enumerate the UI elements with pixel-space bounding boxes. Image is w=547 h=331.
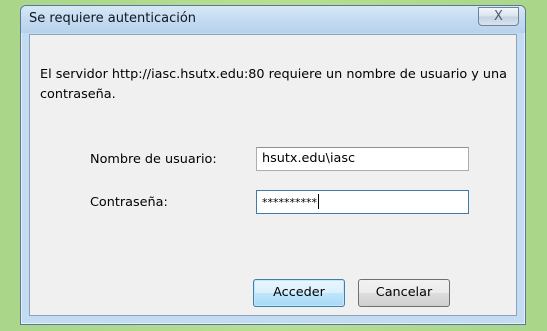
dialog-title: Se requiere autenticación bbox=[29, 11, 197, 26]
username-field[interactable]: hsutx.edu\iasc bbox=[256, 147, 469, 171]
username-value: hsutx.edu\iasc bbox=[262, 151, 356, 166]
dialog-message: El servidor http://iasc.hsutx.edu:80 req… bbox=[40, 67, 507, 102]
password-mask: ********** bbox=[262, 196, 317, 209]
dialog-body: El servidor http://iasc.hsutx.edu:80 req… bbox=[29, 34, 517, 316]
accept-button[interactable]: Acceder bbox=[253, 279, 345, 307]
username-label: Nombre de usuario: bbox=[90, 152, 217, 167]
cancel-button[interactable]: Cancelar bbox=[358, 279, 450, 307]
close-icon: X bbox=[494, 9, 503, 24]
text-caret bbox=[318, 194, 319, 209]
password-label: Contraseña: bbox=[90, 195, 168, 210]
auth-dialog: Se requiere autenticación X El servidor … bbox=[20, 5, 526, 325]
password-field[interactable]: ********** bbox=[256, 190, 469, 214]
dialog-titlebar[interactable]: Se requiere autenticación X bbox=[21, 6, 525, 33]
close-button[interactable]: X bbox=[478, 7, 519, 26]
